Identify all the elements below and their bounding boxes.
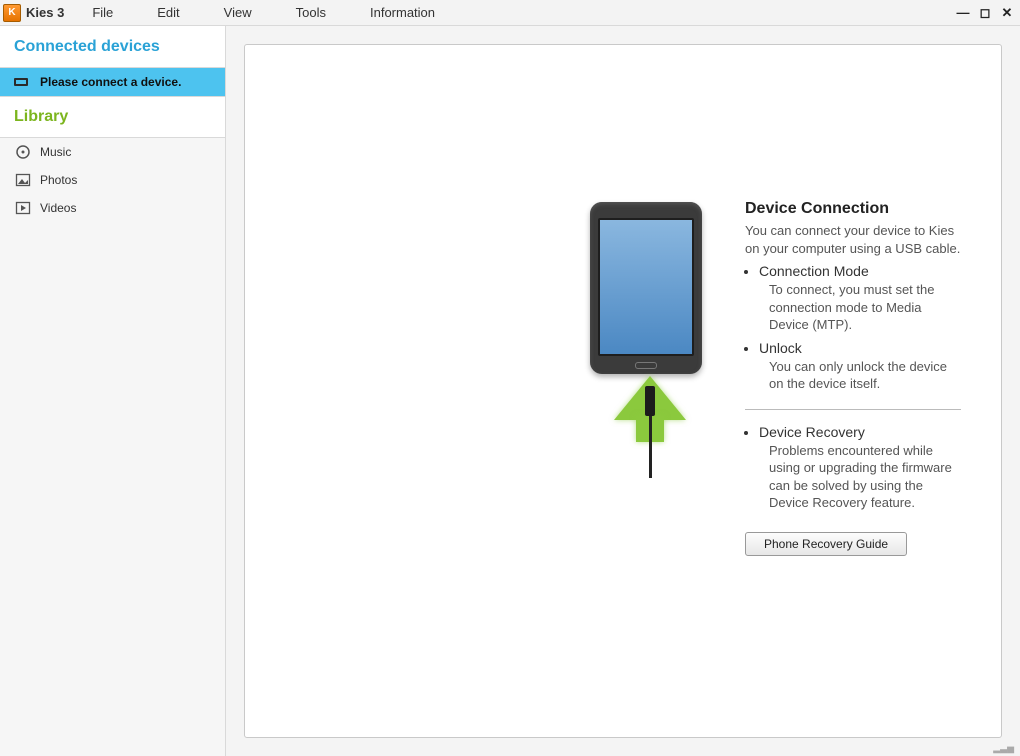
window-controls: — ◻ ✕ xyxy=(956,0,1014,25)
content-heading: Device Connection xyxy=(745,200,961,218)
videos-icon xyxy=(14,200,32,216)
sidebar-item-label: Videos xyxy=(40,201,76,215)
usb-plug-icon xyxy=(645,386,655,416)
title-bar: K Kies 3 File Edit View Tools Informatio… xyxy=(0,0,1020,26)
recovery-desc: Problems encountered while using or upgr… xyxy=(769,442,961,512)
sidebar-item-label: Photos xyxy=(40,173,77,187)
tip-desc: You can only unlock the device on the de… xyxy=(769,358,961,393)
instruction-block: Device Connection You can connect your d… xyxy=(745,200,961,556)
menu-information[interactable]: Information xyxy=(370,5,435,20)
app-logo-icon: K xyxy=(3,4,21,22)
recovery-title: Device Recovery xyxy=(759,424,865,440)
sidebar-item-label: Please connect a device. xyxy=(40,75,181,89)
tip-desc: To connect, you must set the connection … xyxy=(769,281,961,334)
menu-file[interactable]: File xyxy=(92,5,113,20)
sidebar-item-label: Music xyxy=(40,145,71,159)
sidebar: Connected devices Please connect a devic… xyxy=(0,26,226,756)
sidebar-header-library: Library xyxy=(0,96,225,138)
content-panel: Device Connection You can connect your d… xyxy=(244,44,1002,738)
device-icon xyxy=(14,74,32,90)
app-title: Kies 3 xyxy=(26,5,64,20)
divider-line xyxy=(745,409,961,410)
music-icon xyxy=(14,144,32,160)
maximize-icon[interactable]: ◻ xyxy=(978,6,992,20)
sidebar-item-videos[interactable]: Videos xyxy=(0,194,225,222)
tip-unlock: Unlock You can only unlock the device on… xyxy=(759,340,961,393)
tip-connection-mode: Connection Mode To connect, you must set… xyxy=(759,263,961,334)
content-tips-list: Connection Mode To connect, you must set… xyxy=(759,263,961,393)
photos-icon xyxy=(14,172,32,188)
close-icon[interactable]: ✕ xyxy=(1000,6,1014,20)
sidebar-item-connect-device[interactable]: Please connect a device. xyxy=(0,68,225,96)
phone-recovery-guide-button[interactable]: Phone Recovery Guide xyxy=(745,532,907,556)
recovery-list: Device Recovery Problems encountered whi… xyxy=(759,424,961,512)
usb-wire-icon xyxy=(649,416,652,478)
phone-body-icon xyxy=(590,202,702,374)
tip-title: Unlock xyxy=(759,340,802,356)
content-intro: You can connect your device to Kies on y… xyxy=(745,222,961,257)
phone-home-button-icon xyxy=(635,362,657,369)
content-area: Device Connection You can connect your d… xyxy=(226,26,1020,756)
sidebar-item-music[interactable]: Music xyxy=(0,138,225,166)
tip-title: Connection Mode xyxy=(759,263,869,279)
status-bar-signal-icon: ▂▃▅ xyxy=(993,743,1014,754)
tip-device-recovery: Device Recovery Problems encountered whi… xyxy=(759,424,961,512)
sidebar-item-photos[interactable]: Photos xyxy=(0,166,225,194)
menu-edit[interactable]: Edit xyxy=(157,5,179,20)
menu-view[interactable]: View xyxy=(224,5,252,20)
menu-tools[interactable]: Tools xyxy=(296,5,326,20)
menu-bar: File Edit View Tools Information xyxy=(92,5,435,20)
phone-screen-icon xyxy=(598,218,694,356)
sidebar-header-devices: Connected devices xyxy=(0,26,225,68)
phone-connect-illustration xyxy=(590,202,710,478)
minimize-icon[interactable]: — xyxy=(956,6,970,20)
